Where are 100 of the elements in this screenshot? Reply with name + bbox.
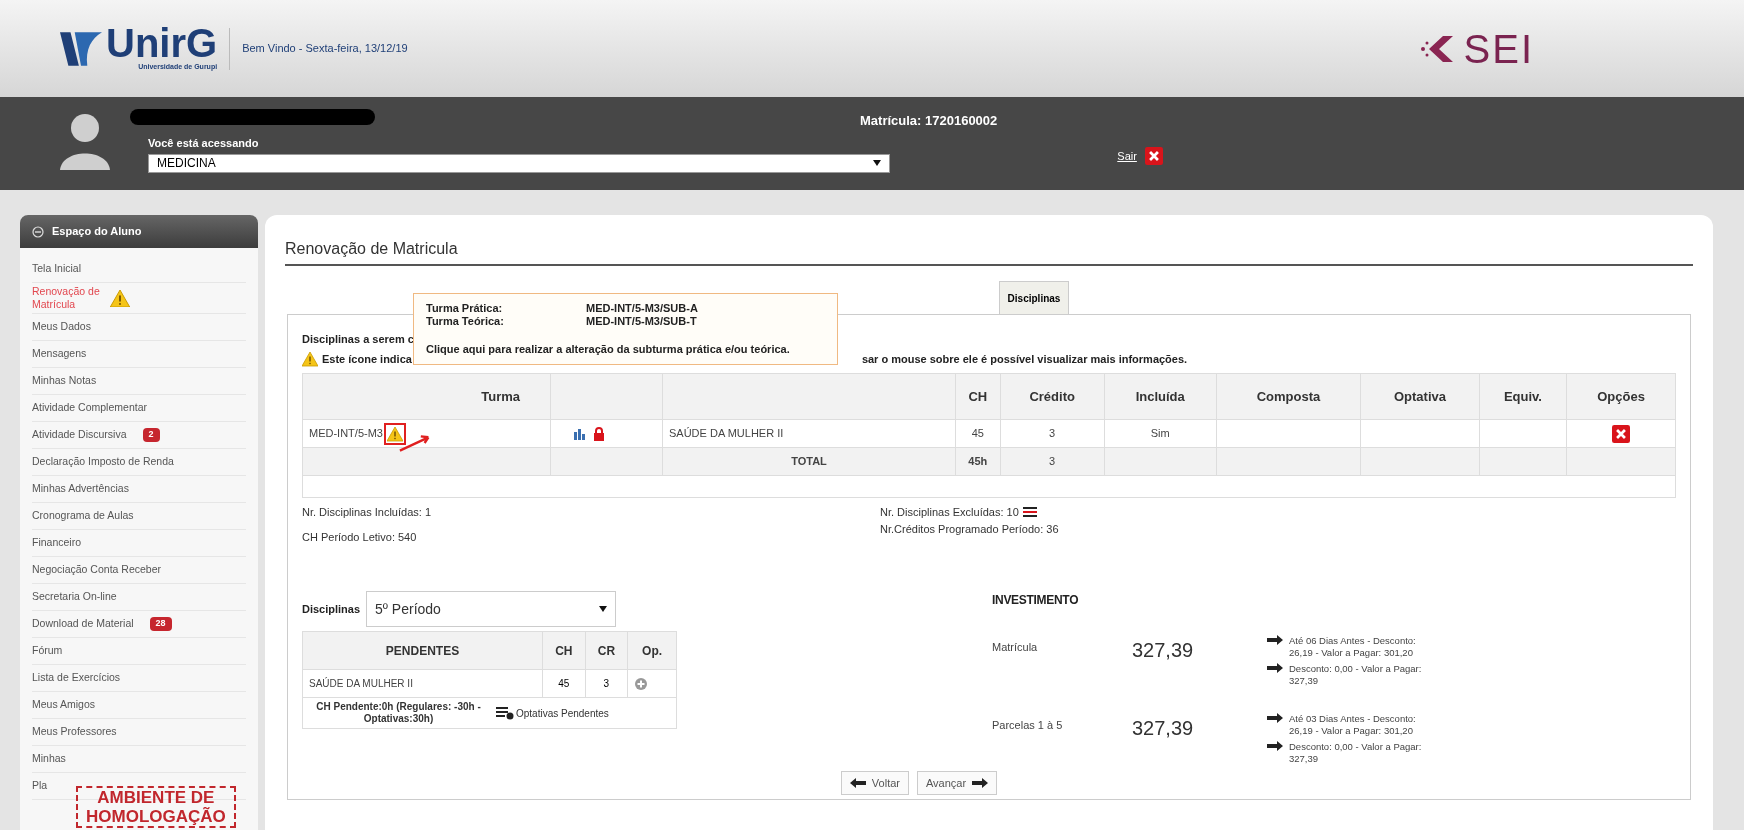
tooltip-label: Turma Teórica: (426, 315, 505, 328)
logout-link[interactable]: Sair (1117, 147, 1137, 165)
table-cell: 45 (542, 669, 586, 698)
brand-text: SEI (1463, 28, 1534, 69)
sidebar-item[interactable]: Negociação Conta Receber (32, 562, 161, 578)
column-header: Optativa (1360, 373, 1480, 420)
investment-value: 327,39 (1132, 716, 1195, 741)
filter-label: Disciplinas (302, 601, 361, 617)
table-cell: 3 (585, 669, 628, 698)
intro-text: Disciplinas a serem c (302, 332, 415, 347)
table-cell: 3 (1000, 447, 1105, 476)
column-header: Crédito (1000, 373, 1105, 420)
tab[interactable]: Disciplinas (998, 281, 1070, 314)
chart-icon[interactable] (573, 427, 587, 440)
add-icon[interactable] (634, 676, 649, 691)
back-button[interactable]: Voltar (840, 771, 909, 795)
count-badge: 2 (142, 428, 160, 442)
table-cell: 45h (955, 447, 1001, 476)
remove-icon[interactable] (1144, 147, 1163, 165)
dropdown-caret-icon (873, 160, 881, 166)
sidebar-item[interactable]: Meus Professores (32, 724, 117, 740)
stat-text: Nr. Disciplinas Excluídas: 10 (880, 505, 1019, 520)
list-add-icon[interactable] (496, 706, 514, 720)
tooltip-value: MED-INT/5-M3/SUB-A (586, 302, 698, 315)
warning-icon (386, 425, 403, 442)
investment-label: Matrícula (992, 640, 1039, 655)
total-label: TOTAL (662, 447, 956, 476)
table-cell-text: MED-INT/5-M3 (309, 426, 383, 442)
welcome-text: Bem Vindo - Sexta-feira, 13/12/19 (242, 41, 408, 57)
sidebar-item[interactable]: Atividade Discursiva (32, 427, 127, 443)
sidebar-item[interactable]: Cronograma de Aulas (32, 508, 134, 524)
logo-mark-icon (60, 29, 102, 68)
tooltip-label: Turma Prática: (426, 302, 504, 315)
enrollment-number: Matrícula: 1720160002 (860, 112, 998, 130)
investment-title: INVESTIMENTO (992, 592, 1080, 609)
sidebar-item[interactable]: Declaração Imposto de Renda (32, 454, 174, 470)
sidebar-item[interactable]: Tela Inicial (32, 261, 82, 277)
warning-icon-highlight[interactable] (383, 422, 406, 445)
sidebar-item[interactable]: Meus Dados (32, 319, 91, 335)
column-header: Incluída (1104, 373, 1217, 420)
right-arrow-icon (1267, 663, 1283, 673)
note-text: Este ícone indica (322, 351, 412, 367)
lock-icon (593, 426, 605, 441)
investment-label: Parcelas 1 à 5 (992, 718, 1064, 733)
sidebar-item[interactable]: Download de Material (32, 616, 134, 632)
warning-icon (110, 289, 130, 307)
left-arrow-icon (849, 778, 866, 788)
stamp: AMBIENTE DE HOMOLOGAÇÃO (76, 786, 236, 828)
payment-option-text: Até 03 Dias Antes - Desconto: 26,19 - Valor a Pagar: 301,20 (1289, 713, 1417, 737)
list-icon[interactable] (1022, 507, 1037, 518)
investment-value: 327,39 (1132, 638, 1195, 663)
right-arrow-icon (972, 778, 989, 788)
sidebar-item[interactable]: Minhas Advertências (32, 481, 129, 497)
table-cell: 3 (1000, 419, 1105, 448)
count-badge: 28 (149, 617, 172, 631)
next-button[interactable]: Avançar (917, 771, 998, 795)
remove-icon[interactable] (1612, 424, 1631, 443)
stat-text: Nr. Disciplinas Incluídas: 1 (302, 505, 432, 520)
collapse-icon[interactable] (32, 225, 44, 238)
sidebar-item[interactable]: Atividade Complementar (32, 400, 147, 416)
optional-pending-link[interactable]: Optativas Pendentes (516, 705, 609, 721)
sidebar-item[interactable]: Meus Amigos (32, 697, 96, 713)
note-text: sar o mouse sobre ele é possível visualizar mais informações. (861, 351, 1188, 367)
column-header: Turma (302, 373, 551, 420)
tooltip-value: MED-INT/5-M3/SUB-T (586, 315, 697, 328)
dropdown-caret-icon (599, 606, 608, 612)
right-arrow-icon (1267, 713, 1283, 723)
column-header: Composta (1216, 373, 1361, 420)
payment-option-text: Até 06 Dias Antes - Desconto: 26,19 - Valor a Pagar: 301,20 (1289, 635, 1417, 659)
sidebar-item[interactable]: Renovação de Matrícula (32, 283, 102, 313)
sidebar-item[interactable]: Fórum (32, 643, 63, 659)
column-header: Op. (627, 631, 677, 670)
column-header: Equiv. (1479, 373, 1567, 420)
payment-option-text: Desconto: 0,00 - Valor a Pagar: 327,39 (1289, 741, 1423, 765)
table-cell: Sim (1104, 419, 1217, 448)
sidebar-item[interactable]: Minhas Notas (32, 373, 97, 389)
column-header: CH (542, 631, 586, 670)
right-arrow-icon (1267, 635, 1283, 645)
column-header: CH (955, 373, 1001, 420)
tooltip-message: Clique aqui para realizar a alteração da subturma prática e/ou teórica. (426, 342, 791, 356)
column-header: PENDENTES (302, 631, 543, 670)
sidebar-item[interactable]: Secretaria On-line (32, 589, 117, 605)
right-arrow-icon (1267, 741, 1283, 751)
sidebar-item[interactable]: Lista de Exercícios (32, 670, 121, 686)
table-cell: SAÚDE DA MULHER II (302, 669, 543, 698)
pending-hours-text: CH Pendente:0h (Regulares: -30h - Optativas:30h) (315, 701, 482, 725)
page-title: Renovação de Matricula (285, 237, 1693, 266)
column-header: Opções (1566, 373, 1676, 420)
sidebar-item[interactable]: Minhas (32, 751, 66, 767)
sidebar-item[interactable]: Financeiro (32, 535, 82, 551)
sidebar-title: Espaço do Aluno (52, 224, 142, 240)
logo-text: UnirG (106, 24, 218, 63)
period-select[interactable]: 5º Período (366, 591, 617, 627)
table-cell: SAÚDE DA MULHER II (662, 419, 956, 448)
course-select[interactable]: MEDICINA (148, 153, 890, 173)
sidebar-item[interactable]: Mensagens (32, 346, 87, 362)
stat-text: CH Período Letivo: 540 (302, 529, 418, 545)
sidebar-item[interactable]: Pla (32, 778, 48, 794)
column-header: CR (585, 631, 628, 670)
payment-option-text: Desconto: 0,00 - Valor a Pagar: 327,39 (1289, 663, 1423, 687)
